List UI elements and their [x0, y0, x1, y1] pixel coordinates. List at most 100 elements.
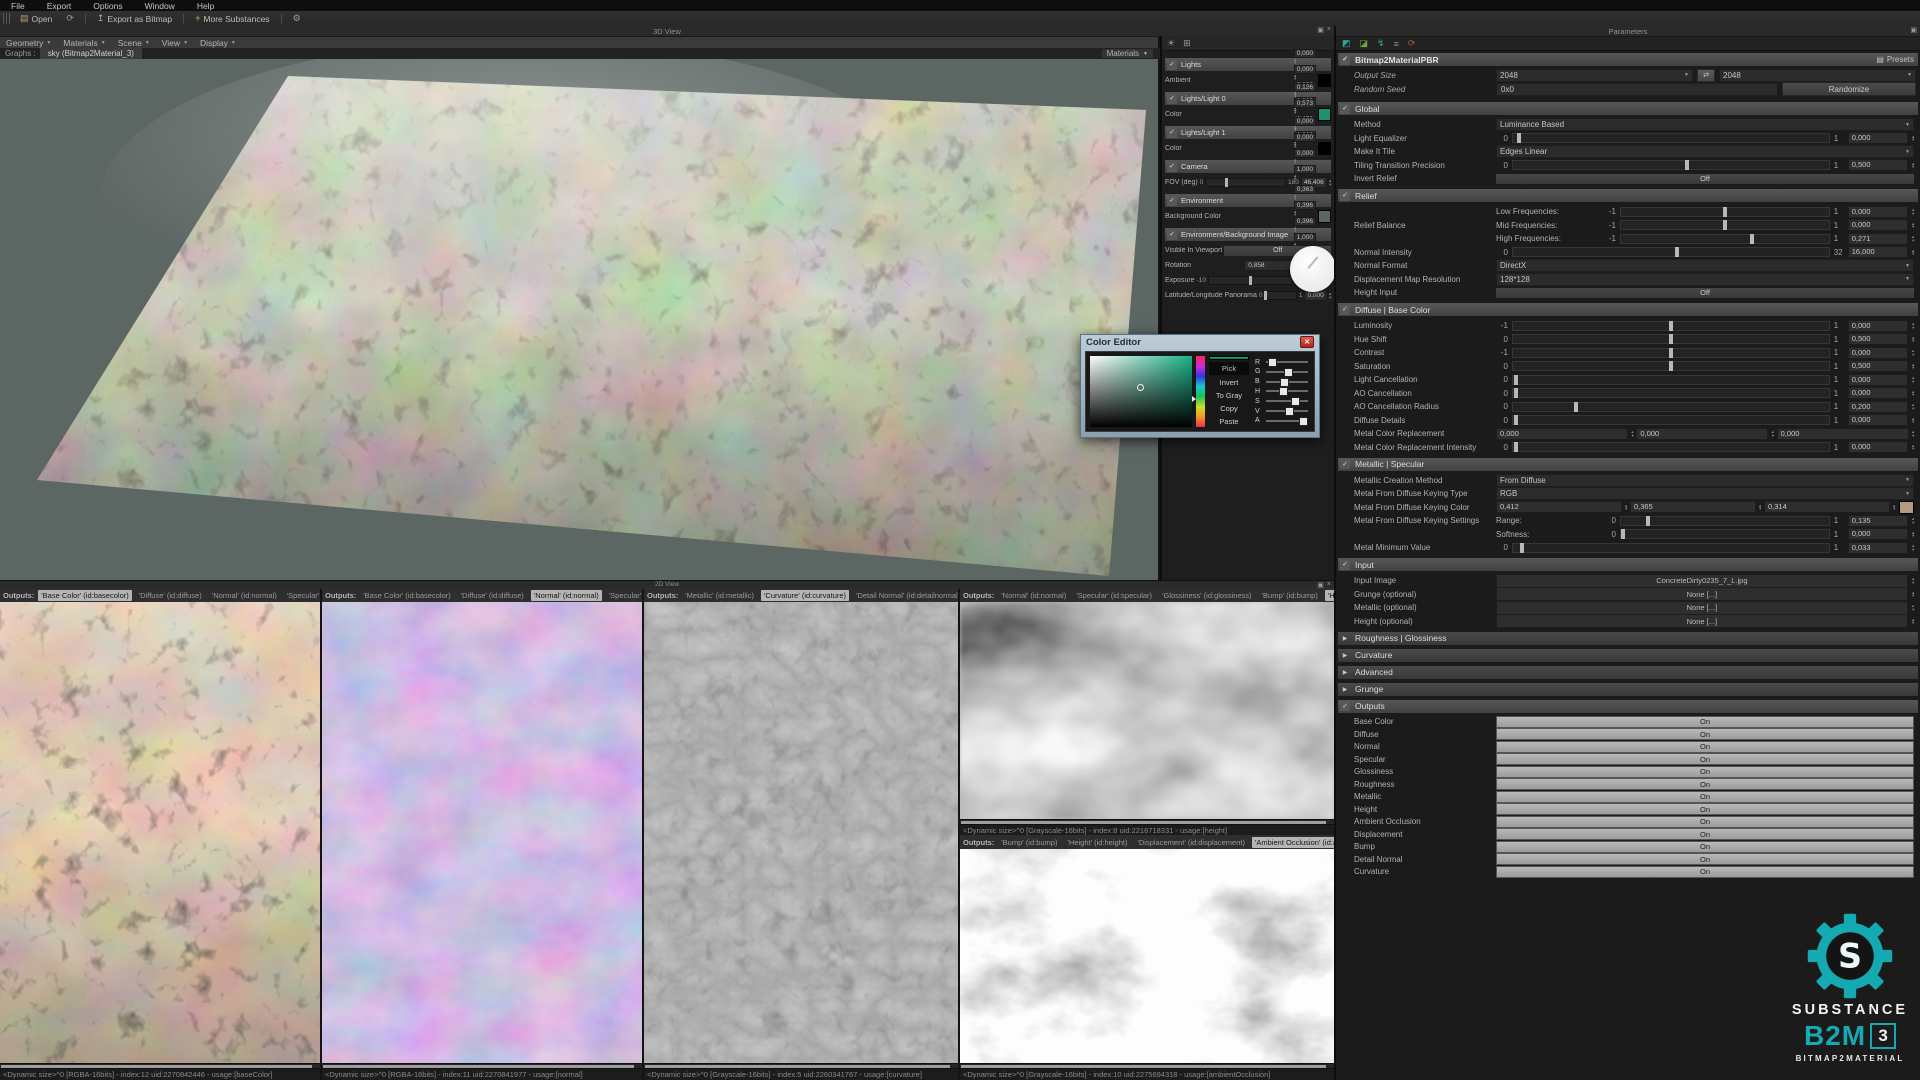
slider-handle[interactable] — [1669, 321, 1673, 331]
stepper-arrows[interactable]: ▴▾ — [1329, 179, 1331, 186]
close-button[interactable]: ✕ — [1300, 336, 1314, 348]
slider-handle[interactable] — [1249, 276, 1252, 285]
slider-value[interactable]: 0,000 — [1848, 219, 1908, 231]
output-tab-diffuse-id-diffuse[interactable]: 'Diffuse' (id:diffuse) — [136, 590, 205, 601]
view3d-menu-display[interactable]: Display▼ — [194, 38, 242, 48]
stepper-arrows[interactable]: ▴▾ — [1912, 591, 1914, 598]
stepper-arrows[interactable]: ▴▾ — [1294, 142, 1316, 149]
collapsed-section-header-curvature[interactable]: ▶Curvature — [1338, 649, 1918, 662]
menu-file[interactable]: File — [0, 1, 36, 11]
slider-value[interactable]: 0,000 — [1848, 206, 1908, 218]
slider-value[interactable]: 0,000 — [1848, 374, 1908, 386]
slider-track[interactable] — [1620, 529, 1830, 539]
collapsed-section-header-grunge[interactable]: ▶Grunge — [1338, 683, 1918, 696]
pin-icon[interactable]: ≡ — [1394, 39, 1399, 49]
slider-value[interactable]: 0,000 — [1848, 347, 1908, 359]
section-header-input[interactable]: ✓Input — [1338, 558, 1918, 571]
stepper-arrows[interactable]: ▴▾ — [1912, 222, 1914, 229]
slider-handle[interactable] — [1723, 220, 1727, 230]
slider-handle[interactable] — [1514, 375, 1518, 385]
graph-tab-sky[interactable]: sky (Bitmap2Material_3) — [40, 48, 142, 59]
slider-value[interactable]: 0,000 — [1848, 414, 1908, 426]
channel-track[interactable] — [1266, 400, 1308, 402]
slider-track[interactable] — [1205, 178, 1286, 187]
slider-track[interactable] — [1512, 321, 1830, 331]
lock-icon[interactable]: ◪ — [1360, 38, 1369, 49]
normal-map-image[interactable] — [322, 602, 642, 1064]
section-header-diffuse-base-color[interactable]: ✓Diffuse | Base Color — [1338, 303, 1918, 316]
toolbar-refresh-icon[interactable]: ⟳ — [59, 11, 81, 26]
slider-value[interactable]: 0,135 — [1848, 515, 1908, 527]
presets-button[interactable]: ▤ Presets — [1876, 55, 1914, 64]
file-input-input-image[interactable]: ConcreteDirty0235_7_L.jpg — [1496, 574, 1908, 588]
stepper-arrows[interactable]: ▴▾ — [1912, 403, 1914, 410]
dropdown-displacement-map-resolution[interactable]: 128*128▼ — [1496, 273, 1914, 286]
slider-value[interactable]: 0,000 — [1848, 320, 1908, 332]
slider-track[interactable] — [1512, 388, 1830, 398]
slider-handle[interactable] — [1750, 234, 1754, 244]
section-checkbox[interactable]: ✓ — [1340, 701, 1350, 711]
stepper-arrows[interactable]: ▴▾ — [1912, 444, 1914, 451]
color-component-value[interactable]: 0,000 — [1294, 65, 1316, 74]
reset-icon[interactable]: ⟳ — [1408, 38, 1416, 49]
color-component-value[interactable]: 1,000 — [1294, 233, 1316, 242]
channel-track[interactable] — [1266, 420, 1308, 422]
output-toggle-normal[interactable]: On — [1496, 741, 1914, 753]
stepper-arrows[interactable]: ▴▾ — [1294, 194, 1316, 201]
color-swatch[interactable] — [1318, 210, 1331, 223]
slider-handle[interactable] — [1517, 133, 1521, 143]
output-tab-diffuse-id-diffuse[interactable]: 'Diffuse' (id:diffuse) — [458, 590, 527, 601]
dropdown-make-it-tile[interactable]: Edges Linear▼ — [1496, 145, 1914, 158]
color-swatch[interactable] — [1318, 74, 1331, 87]
slider-handle[interactable] — [1264, 291, 1267, 300]
color-editor-titlebar[interactable]: Color Editor ✕ — [1081, 335, 1319, 349]
rotation-dial[interactable] — [1290, 246, 1336, 292]
output-toggle-detail-normal[interactable]: On — [1496, 853, 1914, 865]
slider-value[interactable]: 0,000 — [1848, 132, 1908, 144]
slider-handle[interactable] — [1514, 388, 1518, 398]
output-tab-height-id-height[interactable]: 'Height' (id:height) — [1325, 590, 1334, 601]
stepper-arrows[interactable]: ▴▾ — [1912, 336, 1914, 343]
section-checkbox[interactable]: ✓ — [1167, 128, 1177, 138]
stepper-arrows[interactable]: ▴▾ — [1294, 158, 1316, 165]
slider-value[interactable]: 0,500 — [1848, 159, 1908, 171]
output-toggle-roughness[interactable]: On — [1496, 778, 1914, 790]
output-tab-specular-id-spec[interactable]: 'Specular' (id:spec — [284, 590, 320, 601]
section-checkbox[interactable]: ✓ — [1340, 459, 1350, 469]
stepper-arrows[interactable]: ▴▾ — [1294, 58, 1316, 65]
channel-track[interactable] — [1266, 371, 1308, 373]
output-toggle-glossiness[interactable]: On — [1496, 766, 1914, 778]
channel-handle[interactable] — [1284, 368, 1293, 377]
color-swatch[interactable] — [1318, 142, 1331, 155]
output-toggle-displacement[interactable]: On — [1496, 828, 1914, 840]
stepper-arrows[interactable]: ▴▾ — [1912, 417, 1914, 424]
output-tab-displacement-id-displacement[interactable]: 'Displacement' (id:displacement) — [1134, 837, 1248, 848]
slider-track[interactable] — [1208, 276, 1293, 285]
slider-track[interactable] — [1512, 415, 1830, 425]
stepper-arrows[interactable]: ▴▾ — [1912, 618, 1914, 625]
randomize-button[interactable]: Randomize — [1782, 82, 1916, 96]
slider-track[interactable] — [1512, 375, 1830, 385]
slider-value[interactable]: 0,271 — [1848, 233, 1908, 245]
output-toggle-specular[interactable]: On — [1496, 753, 1914, 765]
saturation-value-picker[interactable] — [1090, 356, 1192, 427]
slider-track[interactable] — [1512, 160, 1830, 170]
output-toggle-height[interactable]: On — [1496, 803, 1914, 815]
output-toggle-base-color[interactable]: On — [1496, 716, 1914, 728]
color-component-value[interactable]: 0,573 — [1294, 99, 1316, 108]
channel-track[interactable] — [1266, 361, 1308, 363]
dropdown-normal-format[interactable]: DirectX▼ — [1496, 259, 1914, 272]
channel-handle[interactable] — [1280, 378, 1289, 387]
stepper-arrows[interactable]: ▴▾ — [1912, 531, 1914, 538]
slider-value[interactable]: 16,000 — [1848, 246, 1908, 258]
view3d-menu-materials[interactable]: Materials▼ — [57, 38, 111, 48]
toolbar-grip-handle[interactable] — [3, 13, 10, 24]
unlock-icon[interactable]: ◩ — [1342, 38, 1351, 49]
section-checkbox[interactable]: ✓ — [1340, 305, 1350, 315]
slider-handle[interactable] — [1225, 178, 1228, 187]
channel-track[interactable] — [1266, 410, 1308, 412]
color-component-value[interactable]: 0,000 — [1496, 428, 1628, 440]
slider-track[interactable] — [1512, 543, 1830, 553]
section-header-relief[interactable]: ✓Relief — [1338, 189, 1918, 202]
color-component-value[interactable]: 0,314 — [1764, 501, 1890, 513]
